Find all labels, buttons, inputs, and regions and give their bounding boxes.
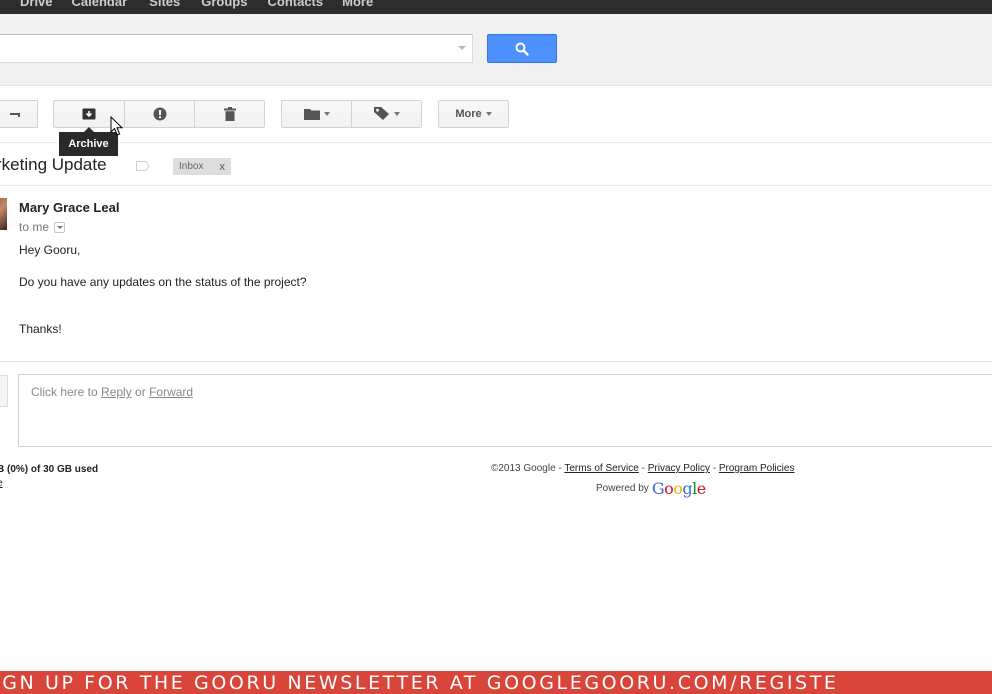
message-body-line: Hey Gooru,	[19, 243, 81, 257]
chevron-down-icon	[485, 112, 492, 116]
nav-groups[interactable]: Groups	[201, 0, 247, 9]
powered-by-text: Powered by	[596, 483, 649, 494]
program-policies-link[interactable]: Program Policies	[719, 463, 795, 474]
message-toolbar: More	[0, 86, 992, 143]
message-subject: rketing Update	[0, 155, 107, 174]
tag-icon	[373, 107, 389, 120]
mouse-pointer-icon	[110, 116, 123, 136]
move-to-button[interactable]	[281, 100, 352, 128]
inbox-label-chip: Inbox x	[173, 158, 231, 175]
chevron-down-icon	[56, 225, 63, 229]
storage-usage: B (0%) of 30 GB used	[0, 464, 99, 475]
terms-link[interactable]: Terms of Service	[564, 463, 638, 474]
show-details-button[interactable]	[54, 221, 66, 233]
report-spam-button[interactable]	[124, 100, 195, 128]
chevron-down-icon	[323, 112, 330, 116]
nav-drive[interactable]: Drive	[20, 0, 53, 9]
divider	[0, 185, 992, 186]
copyright-text: ©2013 Google -	[491, 463, 565, 474]
sender-avatar[interactable]	[0, 198, 7, 230]
google-logo: Google	[651, 479, 706, 498]
message-body-line: Thanks!	[19, 322, 62, 336]
search-icon	[515, 42, 529, 56]
powered-by: Powered by Google	[596, 479, 706, 498]
more-actions-label: More	[455, 108, 482, 120]
nav-calendar[interactable]: Calendar	[72, 0, 128, 9]
top-nav-bar: Drive Calendar Sites Groups Contacts Mor…	[0, 0, 992, 14]
message-body-line: Do you have any updates on the status of…	[19, 275, 307, 289]
recipient-text: to me	[19, 220, 50, 234]
reply-prompt-or: or	[131, 385, 150, 399]
nav-contacts[interactable]: Contacts	[267, 0, 323, 9]
footer-separator: -	[638, 463, 648, 474]
chevron-down-icon	[393, 112, 400, 116]
search-options-chevron-icon[interactable]	[458, 46, 466, 50]
trash-icon	[223, 107, 236, 121]
labels-button[interactable]	[351, 100, 422, 128]
newsletter-banner: IGN UP FOR THE GOORU NEWSLETTER AT GOOGL…	[0, 671, 992, 694]
inbox-label-text: Inbox	[179, 161, 204, 172]
privacy-link[interactable]: Privacy Policy	[648, 463, 710, 474]
footer-separator: -	[709, 463, 719, 474]
archive-icon	[82, 108, 96, 120]
search-header	[0, 14, 992, 86]
back-arrow-icon	[10, 113, 20, 117]
nav-more[interactable]: More	[342, 0, 373, 9]
delete-button[interactable]	[194, 100, 265, 128]
banner-text: IGN UP FOR THE GOORU NEWSLETTER AT GOOGL…	[0, 672, 839, 694]
archive-tooltip-text: Archive	[68, 138, 109, 150]
importance-marker-icon[interactable]	[136, 161, 150, 171]
reply-prompt: Click here to Reply or Forward	[31, 385, 193, 399]
folder-icon	[303, 109, 320, 120]
footer-links: ©2013 Google - Terms of Service - Privac…	[491, 463, 794, 474]
exclamation-icon	[153, 107, 166, 121]
recipient-line: to me	[19, 220, 66, 234]
reply-box[interactable]: Click here to Reply or Forward	[18, 374, 992, 447]
search-button[interactable]	[487, 34, 557, 63]
sender-name[interactable]: Mary Grace Leal	[19, 200, 119, 215]
nav-sites[interactable]: Sites	[149, 0, 180, 9]
back-button[interactable]	[0, 100, 38, 128]
reply-prompt-prefix: Click here to	[31, 385, 102, 399]
reply-link[interactable]: Reply	[101, 385, 132, 399]
manage-storage-link[interactable]: e	[0, 478, 3, 489]
divider	[0, 361, 992, 362]
more-actions-button[interactable]: More	[438, 100, 509, 128]
forward-link[interactable]: Forward	[149, 385, 193, 399]
my-avatar	[0, 375, 8, 407]
remove-label-button[interactable]: x	[219, 161, 225, 173]
search-input[interactable]	[0, 34, 473, 63]
